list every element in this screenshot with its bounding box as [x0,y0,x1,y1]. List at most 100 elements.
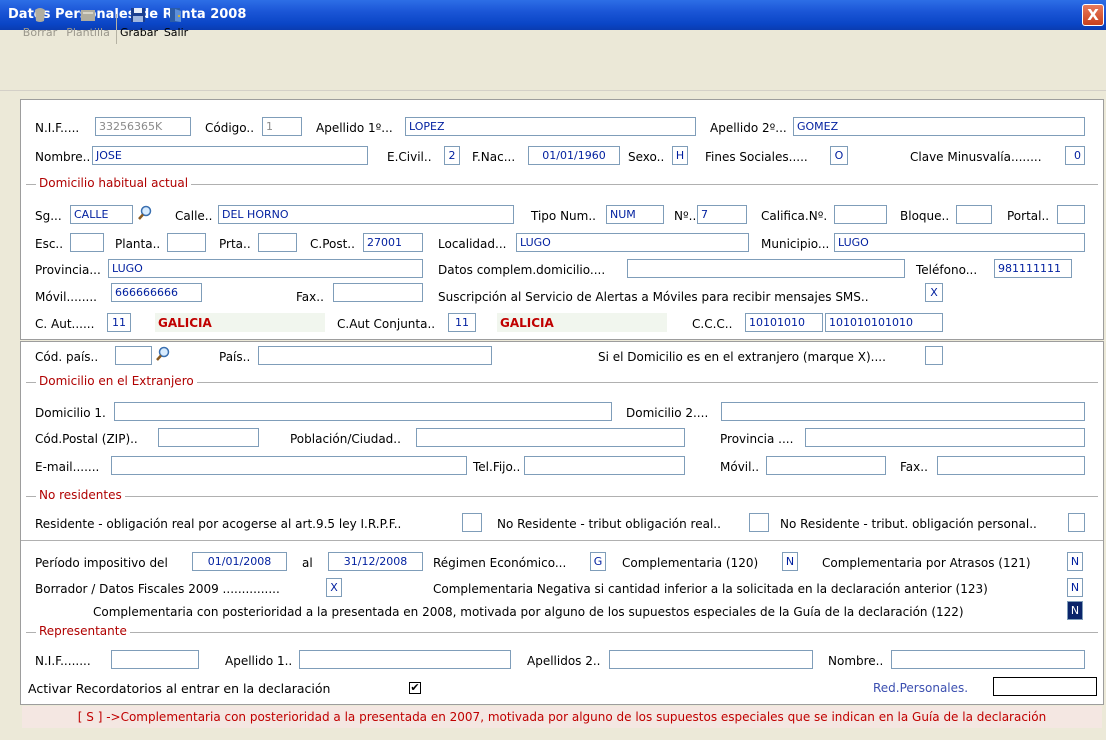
fines-sociales-label: Fines Sociales..... [705,150,808,164]
caut-label: C. Aut...... [35,317,95,331]
residente-art95-field[interactable] [462,513,482,532]
prta-label: Prta.. [219,237,251,251]
rep-nif-field[interactable] [111,650,199,669]
rep-apellido1-field[interactable] [299,650,511,669]
grabar-button[interactable]: Grabar [120,6,159,48]
borrar-button[interactable]: Borrar [20,6,60,48]
salir-label: Salir [163,26,189,39]
comp122-label: Complementaria con posterioridad a la pr… [93,605,964,619]
search-icon[interactable] [137,205,153,221]
califica-field[interactable] [834,205,887,224]
poblacion-field[interactable] [416,428,685,447]
search-icon[interactable] [155,346,171,362]
num-field[interactable]: 7 [697,205,747,224]
red-personales-field[interactable] [993,677,1097,696]
periodo-desde-field[interactable]: 01/01/2008 [192,552,287,571]
no-residente-personal-label: No Residente - tribut. obligación person… [780,517,1037,531]
cod-pais-field[interactable] [115,346,152,365]
provincia-field[interactable]: LUGO [108,259,423,278]
caut-conjunta-name: GALICIA [500,316,554,330]
rep-nombre-label: Nombre.. [828,654,884,668]
provincia-extranjero-field[interactable] [805,428,1085,447]
nombre-field[interactable]: JOSE [92,146,368,165]
tel-fijo-field[interactable] [524,456,685,475]
borrador-label: Borrador / Datos Fiscales 2009 .........… [35,582,280,596]
planta-field[interactable] [167,233,206,252]
comp120-field[interactable]: N [782,552,798,571]
no-residente-real-label: No Residente - tribut obligación real.. [497,517,721,531]
fax-label: Fax.. [296,290,324,304]
pais-field[interactable] [258,346,492,365]
datos-complem-field[interactable] [627,259,905,278]
regimen-field[interactable]: G [590,552,606,571]
comp120-label: Complementaria (120) [622,556,759,570]
sexo-field[interactable]: H [672,146,688,165]
codigo-field[interactable]: 1 [262,117,302,136]
close-button[interactable]: X [1082,4,1104,26]
esc-field[interactable] [70,233,104,252]
caut-conjunta-field[interactable]: 11 [448,313,476,332]
plantilla-label: Plantilla [66,26,110,39]
fines-sociales-field[interactable]: O [830,146,848,165]
cpost-field[interactable]: 27001 [363,233,423,252]
residente-art95-label: Residente - obligación real por acogerse… [35,517,402,531]
pais-label: País.. [219,350,251,364]
footer-note: [ S ] ->Complementaria con posterioridad… [22,706,1102,728]
movil-field[interactable]: 666666666 [111,283,202,302]
periodo-hasta-field[interactable]: 31/12/2008 [328,552,423,571]
sg-label: Sg... [35,209,62,223]
section-divider [26,632,1098,633]
cod-pais-label: Cód. país.. [35,350,99,364]
apellido2-field[interactable]: GOMEZ [793,117,1085,136]
ccc-field-2[interactable]: 101010101010 [825,313,943,332]
rep-apellidos2-field[interactable] [609,650,813,669]
rep-apellido1-label: Apellido 1.. [225,654,293,668]
delete-icon [35,8,45,22]
municipio-field[interactable]: LUGO [834,233,1085,252]
municipio-label: Municipio... [761,237,830,251]
borrar-label: Borrar [22,26,58,39]
comp123-field[interactable]: N [1067,578,1083,597]
localidad-field[interactable]: LUGO [516,233,749,252]
ccc-label: C.C.C.. [692,317,733,331]
sms-field[interactable]: X [925,283,943,302]
save-icon [131,8,145,22]
zip-field[interactable] [158,428,259,447]
comp121-field[interactable]: N [1067,552,1083,571]
borrador-field[interactable]: X [326,578,342,597]
nif-field[interactable]: 33256365K [95,117,191,136]
num-label: Nº.. [674,209,697,223]
fnac-field[interactable]: 01/01/1960 [528,146,620,165]
cpost-label: C.Post.. [310,237,355,251]
grabar-label: Grabar [120,26,159,39]
ccc-field-1[interactable]: 10101010 [745,313,823,332]
comp122-field[interactable]: N [1067,601,1083,620]
minusvalia-field[interactable]: 0 [1065,146,1085,165]
prta-field[interactable] [258,233,297,252]
calle-field[interactable]: DEL HORNO [218,205,514,224]
fax-field[interactable] [333,283,423,302]
rep-nombre-field[interactable] [891,650,1085,669]
si-extranjero-field[interactable] [925,346,943,365]
movil-extranjero-field[interactable] [766,456,886,475]
ecivil-field[interactable]: 2 [444,146,460,165]
nombre-label: Nombre.. [35,150,91,164]
no-residente-personal-field[interactable] [1068,513,1085,532]
apellido1-field[interactable]: LOPEZ [405,117,696,136]
sg-field[interactable]: CALLE [70,205,133,224]
toolbar-separator [116,14,117,44]
tipo-num-field[interactable]: NUM [606,205,664,224]
bloque-field[interactable] [956,205,992,224]
email-field[interactable] [111,456,467,475]
fax-extranjero-field[interactable] [937,456,1085,475]
salir-button[interactable]: Salir [160,6,192,48]
caut-field[interactable]: 11 [107,313,131,332]
plantilla-button[interactable]: Plantilla [63,6,113,48]
domicilio2-field[interactable] [721,402,1085,421]
telefono-field[interactable]: 981111111 [994,259,1072,278]
comp123-label: Complementaria Negativa si cantidad infe… [433,582,988,596]
domicilio1-field[interactable] [114,402,612,421]
no-residente-real-field[interactable] [749,513,769,532]
portal-field[interactable] [1057,205,1085,224]
recordatorios-checkbox[interactable]: ✔ [409,682,421,694]
